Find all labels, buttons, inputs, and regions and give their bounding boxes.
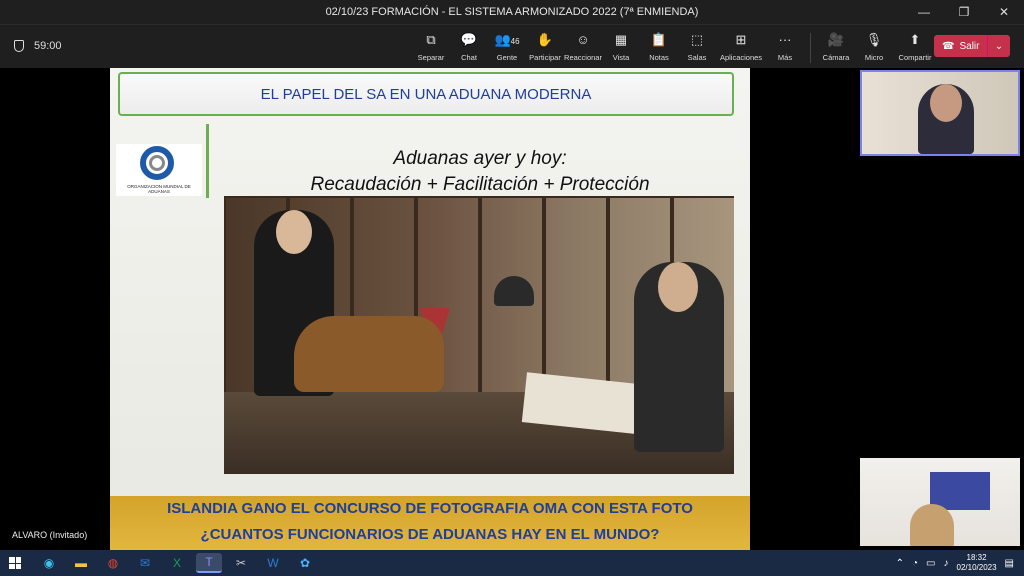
- rooms-icon: ⬚: [690, 32, 704, 47]
- shared-screen: EL PAPEL DEL SA EN UNA ADUANA MODERNA OR…: [0, 68, 858, 550]
- camera-button[interactable]: 🎥 Cámara: [817, 31, 855, 63]
- chat-icon: 💬: [460, 32, 478, 47]
- share-button[interactable]: ⬆ Compartir: [893, 31, 937, 63]
- title-bar: 02/10/23 FORMACIÓN - EL SISTEMA ARMONIZA…: [0, 0, 1024, 24]
- people-count: 46: [510, 37, 520, 46]
- customs-photo: [224, 196, 734, 474]
- presenter-name: ALVARO (Invitado): [8, 528, 92, 542]
- file-explorer-icon[interactable]: ▬: [68, 553, 94, 573]
- tool-salas[interactable]: ⬚ Salas: [678, 31, 716, 63]
- tool-vista[interactable]: ▦ Vista: [602, 31, 640, 63]
- presentation-slide: EL PAPEL DEL SA EN UNA ADUANA MODERNA OR…: [110, 68, 750, 550]
- minimize-button[interactable]: —: [904, 0, 944, 24]
- raise-hand-icon: ✋: [536, 32, 554, 47]
- tool-reaccionar[interactable]: ☺ Reaccionar: [564, 31, 602, 63]
- slide-banner: ISLANDIA GANO EL CONCURSO DE FOTOGRAFIA …: [110, 496, 750, 550]
- tool-notas[interactable]: 📋 Notas: [640, 31, 678, 63]
- video-tile-active-speaker[interactable]: [860, 70, 1020, 156]
- mic-button[interactable]: 🎙 Micro: [855, 31, 893, 63]
- close-button[interactable]: ✕: [984, 0, 1024, 24]
- slide-caption-line1: Aduanas ayer y hoy:: [393, 148, 567, 169]
- meeting-timer: 59:00: [14, 40, 62, 52]
- app-icon[interactable]: ✿: [292, 553, 318, 573]
- people-icon: 👥46: [494, 32, 520, 47]
- apps-icon: ⊞: [735, 32, 747, 47]
- tool-participar[interactable]: ✋ Participar: [526, 31, 564, 63]
- notifications-icon[interactable]: ▤: [1005, 558, 1014, 569]
- tool-mas[interactable]: ··· Más: [766, 31, 804, 63]
- tool-chat[interactable]: 💬 Chat: [450, 31, 488, 63]
- logo-text: ORGANIZACION MUNDIAL DE ADUANAS: [127, 184, 191, 194]
- edge-icon[interactable]: ◉: [36, 553, 62, 573]
- windows-taskbar: ◉ ▬ ◍ ✉ X T ✂ W ✿ ⌃ ◔ ▭ ♪ 18:32 02/10/20…: [0, 550, 1024, 576]
- start-button[interactable]: [0, 557, 30, 569]
- word-icon[interactable]: W: [260, 553, 286, 573]
- shield-icon: [14, 40, 24, 52]
- view-icon: ▦: [614, 32, 628, 47]
- clock-time: 18:32: [966, 553, 987, 562]
- more-icon: ···: [778, 32, 792, 47]
- snip-tool-icon[interactable]: ✂: [228, 553, 254, 573]
- tool-aplicaciones[interactable]: ⊞ Aplicaciones: [716, 31, 766, 63]
- chrome-icon[interactable]: ◍: [100, 553, 126, 573]
- tool-separar[interactable]: ⧉ Separar: [412, 31, 450, 63]
- clock-date: 02/10/2023: [956, 563, 997, 572]
- wifi-icon[interactable]: ◔: [912, 558, 918, 569]
- battery-icon[interactable]: ▭: [926, 558, 935, 569]
- excel-icon[interactable]: X: [164, 553, 190, 573]
- share-icon: ⬆: [909, 32, 921, 47]
- volume-icon[interactable]: ♪: [944, 558, 949, 569]
- chevron-down-icon[interactable]: ⌄: [988, 41, 1010, 52]
- participants-panel: [858, 68, 1024, 550]
- notes-icon: 📋: [650, 32, 668, 47]
- leave-label: Salir: [959, 40, 980, 52]
- video-tile-participant[interactable]: [860, 458, 1020, 546]
- camera-icon: 🎥: [827, 32, 845, 47]
- chevron-up-icon[interactable]: ⌃: [896, 558, 904, 569]
- slide-caption-line2: Recaudación + Facilitación + Protección: [310, 174, 650, 195]
- wco-logo: ORGANIZACION MUNDIAL DE ADUANAS: [116, 144, 202, 196]
- phone-icon: ☎: [942, 40, 955, 52]
- toolbar-divider: [810, 33, 811, 63]
- leave-button[interactable]: ☎ Salir ⌄: [934, 35, 1010, 57]
- meeting-toolbar: 59:00 ⧉ Separar 💬 Chat 👥46 Gente ✋ Participa…: [0, 24, 1024, 68]
- restore-button[interactable]: ❐: [944, 0, 984, 24]
- teams-icon[interactable]: T: [196, 553, 222, 573]
- slide-title: EL PAPEL DEL SA EN UNA ADUANA MODERNA: [118, 72, 734, 116]
- clock[interactable]: 18:32 02/10/2023: [957, 553, 997, 573]
- windows-logo-icon: [9, 557, 21, 569]
- tool-gente[interactable]: 👥46 Gente: [488, 31, 526, 63]
- outlook-icon[interactable]: ✉: [132, 553, 158, 573]
- banner-line2: ¿CUANTOS FUNCIONARIOS DE ADUANAS HAY EN …: [200, 526, 660, 543]
- mic-muted-icon: 🎙: [865, 32, 883, 47]
- green-divider: [206, 124, 209, 198]
- system-tray: ⌃ ◔ ▭ ♪ 18:32 02/10/2023 ▤: [896, 550, 1014, 576]
- emoji-icon: ☺: [576, 32, 590, 47]
- banner-line1: ISLANDIA GANO EL CONCURSO DE FOTOGRAFIA …: [167, 500, 693, 517]
- window-title: 02/10/23 FORMACIÓN - EL SISTEMA ARMONIZA…: [325, 6, 699, 18]
- timer-text: 59:00: [34, 40, 62, 52]
- pop-out-icon: ⧉: [426, 32, 436, 47]
